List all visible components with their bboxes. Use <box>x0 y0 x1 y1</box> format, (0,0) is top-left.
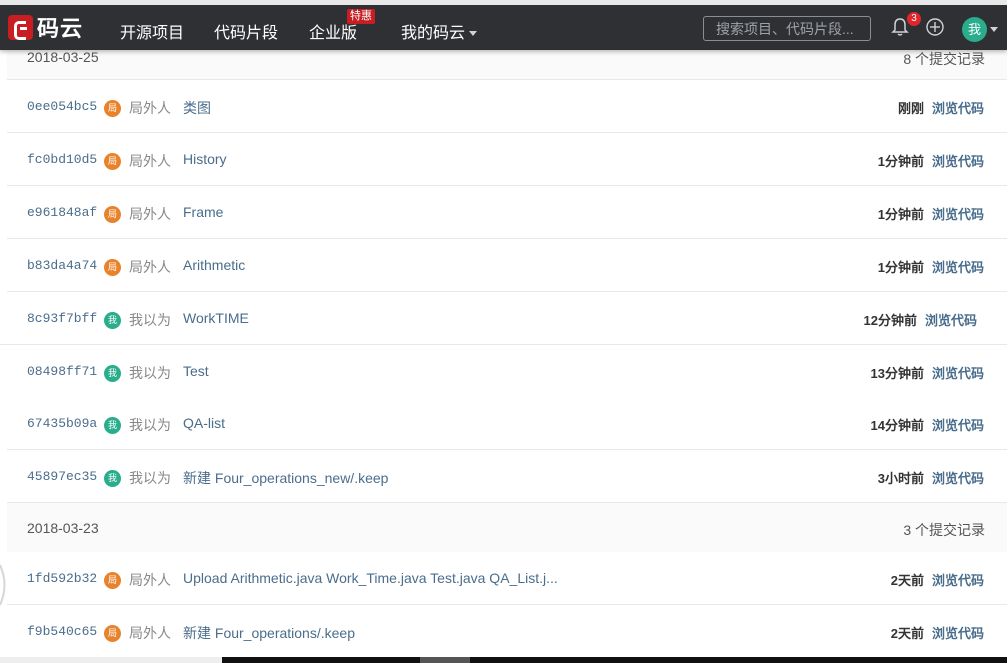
browse-code-link[interactable]: 浏览代码 <box>932 623 984 642</box>
commit-group-count: 3 个提交记录 <box>903 522 985 538</box>
search-input[interactable] <box>703 16 871 41</box>
commit-time: 14分钟前 <box>870 418 924 433</box>
browse-code-link[interactable]: 浏览代码 <box>932 415 984 434</box>
commit-author[interactable]: 局外人 <box>129 98 171 118</box>
commit-group-header: 2018-03-23 3 个提交记录 <box>7 503 1007 553</box>
commit-row: b83da4a74 局 局外人 Arithmetic 1分钟前 浏览代码 <box>7 239 1007 292</box>
commit-message-link[interactable]: Upload Arithmetic.java Work_Time.java Te… <box>183 570 558 586</box>
commit-message-link[interactable]: 新建 Four_operations_new/.keep <box>183 468 388 488</box>
commit-sha-link[interactable]: 08498ff71 <box>27 364 97 379</box>
taskbar-strip <box>222 657 1007 663</box>
commit-message-link[interactable]: Test <box>183 363 209 379</box>
commit-group-date: 2018-03-23 <box>27 520 99 536</box>
author-avatar[interactable]: 局 <box>104 259 121 276</box>
gitee-logo-icon <box>8 14 33 40</box>
author-avatar[interactable]: 我 <box>104 470 121 487</box>
plus-circle-icon[interactable] <box>926 18 944 36</box>
logo-text: 码云 <box>37 16 84 41</box>
commit-time: 1分钟前 <box>877 154 924 169</box>
commit-message-link[interactable]: Frame <box>183 204 223 220</box>
commit-row: 08498ff71 我 我以为 Test 13分钟前 浏览代码 <box>7 345 1007 398</box>
author-avatar[interactable]: 我 <box>104 365 121 382</box>
commit-row: e961848af 局 局外人 Frame 1分钟前 浏览代码 <box>7 186 1007 239</box>
commit-time: 3小时前 <box>877 471 924 486</box>
nav-my-gitee-label: 我的码云 <box>401 25 466 42</box>
page-edge-decoration <box>0 564 6 606</box>
commit-author[interactable]: 我以为 <box>129 415 171 435</box>
browse-code-link[interactable]: 浏览代码 <box>932 468 984 487</box>
taskbar-highlight <box>420 657 470 663</box>
commit-message-link[interactable]: WorkTIME <box>183 310 249 326</box>
special-offer-badge: 特惠 <box>347 9 375 24</box>
browse-code-link[interactable]: 浏览代码 <box>932 363 984 382</box>
commit-sha-link[interactable]: 8c93f7bff <box>27 311 97 326</box>
author-avatar[interactable]: 我 <box>104 312 121 329</box>
commit-sha-link[interactable]: f9b540c65 <box>27 624 97 639</box>
browse-code-link[interactable]: 浏览代码 <box>932 257 984 276</box>
browse-code-link[interactable]: 浏览代码 <box>925 310 977 329</box>
author-avatar[interactable]: 局 <box>104 625 121 642</box>
notification-count-badge: 3 <box>907 12 921 26</box>
browse-code-link[interactable]: 浏览代码 <box>932 570 984 589</box>
commit-message-link[interactable]: QA-list <box>183 415 225 431</box>
commit-time: 刚刚 <box>897 101 924 116</box>
browse-code-link[interactable]: 浏览代码 <box>932 204 984 223</box>
nav-code-snippets[interactable]: 代码片段 <box>214 19 278 43</box>
taskbar-left-strip <box>0 657 222 663</box>
nav-open-source[interactable]: 开源项目 <box>120 19 184 43</box>
commit-row: f9b540c65 局 局外人 新建 Four_operations/.keep… <box>7 605 1007 658</box>
commit-message-link[interactable]: 新建 Four_operations/.keep <box>183 623 355 643</box>
commit-group-count: 8 个提交记录 <box>903 51 985 67</box>
browse-code-link[interactable]: 浏览代码 <box>932 151 984 170</box>
author-avatar[interactable]: 局 <box>104 153 121 170</box>
nav-my-gitee[interactable]: 我的码云 <box>401 19 478 43</box>
commit-row: 8c93f7bff 我 我以为 WorkTIME 12分钟前 浏览代码 <box>0 292 1007 345</box>
commit-author[interactable]: 我以为 <box>129 363 171 383</box>
user-avatar[interactable]: 我 <box>962 17 987 42</box>
commit-author[interactable]: 我以为 <box>129 310 171 330</box>
top-navbar: 码云 开源项目 代码片段 企业版 特惠 我的码云 3 我 <box>0 0 1007 50</box>
commit-author[interactable]: 局外人 <box>129 151 171 171</box>
browse-code-link[interactable]: 浏览代码 <box>932 98 984 117</box>
commit-sha-link[interactable]: b83da4a74 <box>27 258 97 273</box>
commit-row: 45897ec35 我 我以为 新建 Four_operations_new/.… <box>7 450 1007 503</box>
commit-group-date: 2018-03-25 <box>27 49 99 65</box>
commit-author[interactable]: 局外人 <box>129 623 171 643</box>
commit-time: 13分钟前 <box>870 366 924 381</box>
commit-sha-link[interactable]: e961848af <box>27 205 97 220</box>
commit-message-link[interactable]: 类图 <box>183 98 211 118</box>
commit-time: 2天前 <box>890 626 924 641</box>
commit-sha-link[interactable]: 1fd592b32 <box>27 571 97 586</box>
commit-row: fc0bd10d5 局 局外人 History 1分钟前 浏览代码 <box>7 133 1007 186</box>
commit-message-link[interactable]: History <box>183 151 227 167</box>
user-menu-chevron-icon[interactable] <box>990 27 998 32</box>
chevron-down-icon <box>469 31 478 37</box>
commit-time: 2天前 <box>890 573 924 588</box>
commit-time: 12分钟前 <box>863 313 917 328</box>
commit-sha-link[interactable]: 0ee054bc5 <box>27 99 97 114</box>
commit-author[interactable]: 局外人 <box>129 204 171 224</box>
commit-sha-link[interactable]: fc0bd10d5 <box>27 152 97 167</box>
commit-author[interactable]: 我以为 <box>129 468 171 488</box>
commit-author[interactable]: 局外人 <box>129 570 171 590</box>
commit-row: 1fd592b32 局 局外人 Upload Arithmetic.java W… <box>7 552 1007 605</box>
author-avatar[interactable]: 局 <box>104 572 121 589</box>
commit-row: 0ee054bc5 局 局外人 类图 刚刚 浏览代码 <box>7 80 1007 133</box>
author-avatar[interactable]: 局 <box>104 100 121 117</box>
commit-row: 67435b09a 我 我以为 QA-list 14分钟前 浏览代码 <box>7 397 1007 450</box>
window-top-strip <box>0 0 1007 5</box>
author-avatar[interactable]: 我 <box>104 417 121 434</box>
commit-author[interactable]: 局外人 <box>129 257 171 277</box>
commit-time: 1分钟前 <box>877 260 924 275</box>
commit-sha-link[interactable]: 67435b09a <box>27 416 97 431</box>
commit-message-link[interactable]: Arithmetic <box>183 257 245 273</box>
author-avatar[interactable]: 局 <box>104 206 121 223</box>
gitee-logo[interactable]: 码云 <box>8 14 84 41</box>
commit-sha-link[interactable]: 45897ec35 <box>27 469 97 484</box>
commit-time: 1分钟前 <box>877 207 924 222</box>
